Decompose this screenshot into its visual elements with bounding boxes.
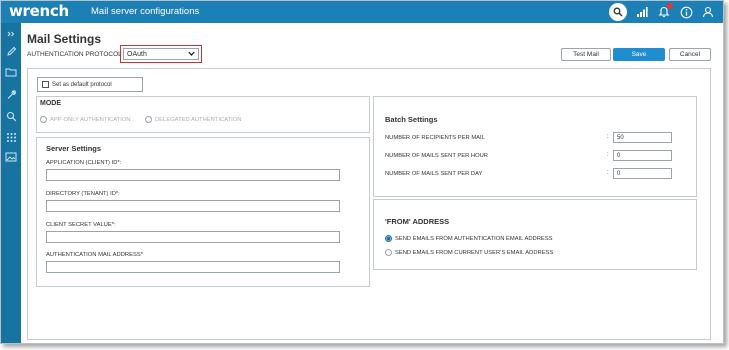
protocol-select-value: OAuth <box>127 50 147 58</box>
folder-icon[interactable] <box>1 65 21 79</box>
notification-badge <box>667 3 673 9</box>
mails-per-day-input[interactable]: 0 <box>613 168 672 179</box>
recipients-per-mail-input[interactable]: 50 <box>613 132 672 143</box>
app-only-radio[interactable] <box>40 116 47 123</box>
default-protocol-label: Set as default protocol <box>52 81 112 88</box>
from-auth-email-label: SEND EMAILS FROM AUTHENTICATION EMAIL AD… <box>395 235 553 242</box>
mails-per-hour-label: NUMBER OF MAILS SENT PER HOUR <box>385 153 488 159</box>
top-bar-icons <box>609 3 715 21</box>
wrench-icon[interactable] <box>1 87 21 101</box>
protocol-select-highlight: OAuth <box>120 45 202 63</box>
page-title: Mail Settings <box>27 32 102 46</box>
client-secret-label: CLIENT SECRET VALUE*: <box>46 222 116 228</box>
pencil-icon[interactable] <box>1 44 21 58</box>
save-button[interactable]: Save <box>613 48 665 61</box>
mode-title: MODE <box>40 100 61 107</box>
app-window: wrench Mail server configurations Mail S… <box>0 0 724 344</box>
batch-settings-title: Batch Settings <box>385 115 438 124</box>
signal-icon[interactable] <box>635 5 649 19</box>
page-heading: Mail server configurations <box>91 6 200 17</box>
protocol-select[interactable]: OAuth <box>123 48 199 60</box>
search-icon[interactable] <box>1 109 21 123</box>
from-address-panel: 'FROM' ADDRESS SEND EMAILS FROM AUTHENTI… <box>373 199 697 270</box>
info-icon[interactable] <box>679 5 693 19</box>
default-protocol-checkbox[interactable] <box>42 81 49 88</box>
grid-icon[interactable] <box>1 130 21 144</box>
auth-mail-input[interactable] <box>46 261 340 273</box>
client-secret-input[interactable] <box>46 231 340 243</box>
mode-option-delegated[interactable]: DELEGATED AUTHENTICATION <box>145 116 241 123</box>
user-icon[interactable] <box>701 5 715 19</box>
mode-option-app-only[interactable]: APP-ONLY AUTHENTICATION <box>40 116 131 123</box>
from-auth-email-option[interactable]: SEND EMAILS FROM AUTHENTICATION EMAIL AD… <box>385 235 553 242</box>
left-rail <box>1 23 21 343</box>
recipients-per-mail-label: NUMBER OF RECIPIENTS PER MAIL <box>385 135 485 141</box>
from-user-email-radio[interactable] <box>385 249 392 256</box>
from-address-title: 'FROM' ADDRESS <box>385 217 450 226</box>
app-logo[interactable]: wrench <box>9 2 69 20</box>
recipients-colon: : <box>607 134 609 140</box>
delegated-label: DELEGATED AUTHENTICATION <box>155 116 242 123</box>
test-mail-button[interactable]: Test Mail <box>561 48 611 61</box>
client-id-input[interactable] <box>46 169 340 181</box>
image-icon[interactable] <box>1 150 21 164</box>
settings-container: Set as default protocol MODE APP-ONLY AU… <box>27 68 711 340</box>
server-settings-panel: Server Settings APPLICATION (CLIENT) ID*… <box>36 137 370 287</box>
per-hour-colon: : <box>607 152 609 158</box>
from-user-email-label: SEND EMAILS FROM CURRENT USER'S EMAIL AD… <box>395 249 554 256</box>
cancel-button[interactable]: Cancel <box>669 48 711 61</box>
client-id-label: APPLICATION (CLIENT) ID*: <box>46 160 122 166</box>
delegated-radio[interactable] <box>145 116 152 123</box>
from-user-email-option[interactable]: SEND EMAILS FROM CURRENT USER'S EMAIL AD… <box>385 249 553 256</box>
mode-panel: MODE APP-ONLY AUTHENTICATION DELEGATED A… <box>36 96 370 133</box>
auth-mail-label: AUTHENTICATION MAIL ADDRESS* <box>46 252 143 258</box>
search-icon[interactable] <box>609 3 627 21</box>
per-day-colon: : <box>607 170 609 176</box>
default-protocol-checkbox-row[interactable]: Set as default protocol <box>37 77 143 92</box>
tenant-id-label: DIRECTORY (TENANT) ID*: <box>46 191 120 197</box>
server-settings-title: Server Settings <box>46 144 102 153</box>
tenant-id-input[interactable] <box>46 200 340 212</box>
app-only-label: APP-ONLY AUTHENTICATION <box>50 116 131 123</box>
top-bar: wrench Mail server configurations <box>1 1 723 23</box>
main-content: Mail Settings AUTHENTICATION PROTOCOL OA… <box>21 23 723 343</box>
mails-per-hour-input[interactable]: 0 <box>613 150 672 161</box>
from-auth-email-radio[interactable] <box>385 235 392 242</box>
mails-per-day-label: NUMBER OF MAILS SENT PER DAY <box>385 171 483 177</box>
expand-icon[interactable] <box>1 27 21 41</box>
batch-settings-panel: Batch Settings NUMBER OF RECIPIENTS PER … <box>373 96 697 197</box>
chevron-down-icon <box>188 51 195 58</box>
bell-icon[interactable] <box>657 3 673 19</box>
protocol-label: AUTHENTICATION PROTOCOL <box>27 51 122 58</box>
